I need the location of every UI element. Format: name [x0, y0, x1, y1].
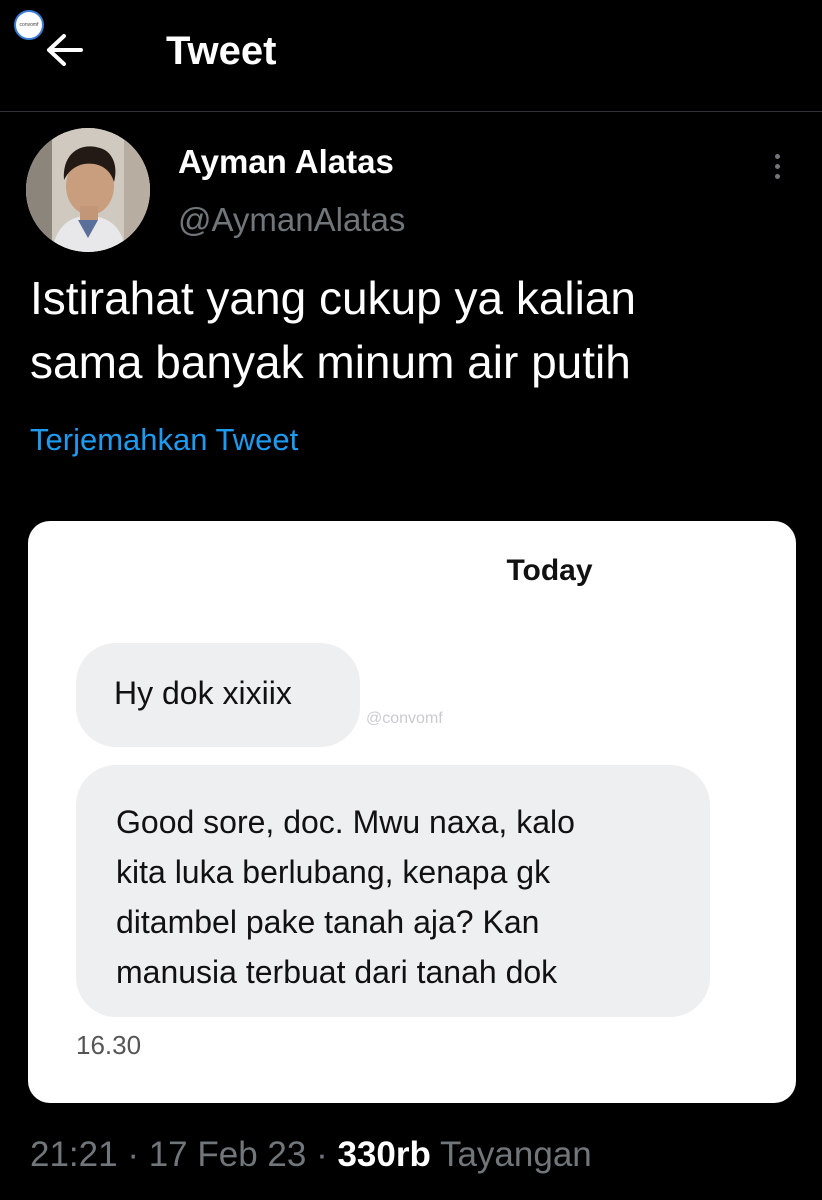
more-dot [774, 153, 780, 159]
author-handle[interactable]: @AymanAlatas [178, 200, 405, 240]
views-count: 330rb [337, 1135, 431, 1174]
tweet-meta: 21:21 · 17 Feb 23 · 330rb Tayangan [30, 1133, 592, 1177]
meta-separator: · [316, 1135, 328, 1174]
more-dot [774, 173, 780, 179]
author-name[interactable]: Ayman Alatas [178, 142, 394, 182]
avatar[interactable] [26, 128, 150, 252]
chat-timestamp: 16.30 [76, 1030, 142, 1060]
more-options-button[interactable] [762, 146, 792, 186]
translate-tweet-link[interactable]: Terjemahkan Tweet [30, 420, 298, 460]
top-bar: Tweet [0, 0, 822, 112]
chat-bubble: Hy dok xixiix [76, 643, 360, 747]
tweet-text: Istirahat yang cukup ya kalian sama bany… [30, 272, 637, 388]
more-dot [774, 163, 780, 169]
chat-date-label: Today [506, 554, 593, 587]
tweet-media-image[interactable]: Today Hy dok xixiix @convomf Good sore, … [28, 521, 796, 1103]
chat-watermark: @convomf [366, 710, 443, 727]
avatar-image [26, 128, 150, 252]
meta-separator: · [127, 1135, 139, 1174]
page-title: Tweet [166, 29, 277, 73]
back-button[interactable] [42, 28, 86, 72]
arrow-left-icon [47, 34, 83, 66]
tweet-time[interactable]: 21:21 [30, 1135, 118, 1174]
views-label: Tayangan [439, 1135, 592, 1174]
chat-bubble: Good sore, doc. Mwu naxa, kalo kita luka… [76, 765, 710, 1017]
tweet-date[interactable]: 17 Feb 23 [149, 1135, 307, 1174]
